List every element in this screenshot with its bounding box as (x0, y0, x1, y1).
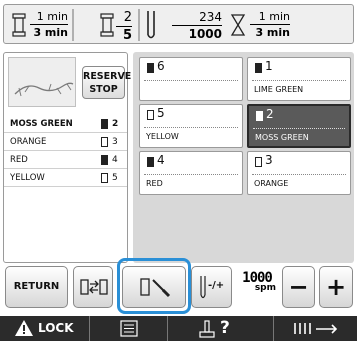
needle-cell-1[interactable]: 1 LIME GREEN (247, 57, 351, 101)
spool-icon (101, 119, 108, 129)
embroidery-screen: 1 min 3 min 2 5 234 1000 1 min 3 min RES… (0, 0, 357, 341)
needle-number: 6 (157, 59, 165, 73)
minus-label: − (288, 273, 309, 301)
hourglass-icon (230, 14, 246, 36)
speed-decrease-button[interactable]: − (282, 266, 315, 308)
reserve-stop-line1: RESERVE (83, 71, 132, 82)
divider (144, 80, 238, 81)
needle-number: 4 (157, 153, 165, 167)
remaining-time-total: 3 min (255, 26, 290, 39)
list-item[interactable]: MOSS GREEN 2 (4, 115, 127, 133)
stitch-count-total: 1000 (188, 27, 222, 41)
status-bar: 1 min 3 min 2 5 234 1000 1 min 3 min (3, 4, 354, 44)
needle-number: 2 (266, 107, 274, 121)
spool-icon (101, 155, 108, 165)
needle-cell-4[interactable]: 4 RED (139, 151, 243, 195)
color-name: MOSS GREEN (255, 133, 309, 142)
divider (138, 9, 140, 41)
reserve-stop-button[interactable]: RESERVE STOP (82, 66, 131, 99)
needle-adjust-button[interactable]: -/+ (191, 266, 232, 308)
frame-move-icon (294, 323, 338, 334)
needle-number: 1 (265, 59, 273, 73)
stitch-count: 234 1000 (172, 10, 222, 41)
spool-icon (100, 13, 114, 37)
color-name: ORANGE (254, 179, 289, 188)
total-time: 3 min (33, 26, 68, 39)
color-step-current: 2 (116, 10, 132, 27)
machine-help-icon (199, 320, 215, 338)
needle-bar-icon (200, 276, 206, 299)
needle-number: 4 (112, 155, 118, 165)
divider (253, 128, 345, 129)
stitch-time: 1 min 3 min (30, 10, 68, 39)
spool-icon (101, 137, 108, 147)
divider (144, 174, 238, 175)
needle-cell-2[interactable]: 2 MOSS GREEN (247, 104, 351, 148)
color-swap-icon (80, 279, 108, 295)
warning-lock-icon (15, 320, 33, 336)
spool-icon (147, 63, 154, 73)
frame-move-button[interactable] (274, 316, 357, 341)
spool-icon (147, 157, 154, 167)
speed-display: 1000 spm (236, 270, 278, 304)
plus-label: + (325, 273, 347, 301)
needle-number: 3 (265, 153, 273, 167)
spool-icon (12, 13, 26, 37)
color-name: RED (146, 179, 163, 188)
list-item[interactable]: ORANGE 3 (4, 133, 127, 151)
needle-icon (147, 11, 155, 39)
color-step-total: 5 (122, 28, 132, 43)
spool-icon (256, 111, 263, 121)
current-time: 1 min (30, 10, 68, 25)
needle-bar-grid: 6 1 LIME GREEN 5 YELLOW 2 MOSS GREEN 4 R… (133, 52, 354, 263)
needle-number: 2 (112, 119, 119, 129)
divider (252, 80, 346, 81)
lock-label: LOCK (38, 321, 74, 335)
help-button[interactable]: ? (168, 316, 274, 341)
color-name: MOSS GREEN (10, 119, 73, 129)
spool-icon (101, 173, 108, 183)
needle-cell-3[interactable]: 3 ORANGE (247, 151, 351, 195)
color-step: 2 5 (116, 10, 132, 43)
color-name: YELLOW (146, 132, 179, 141)
spool-icon (147, 110, 154, 120)
spool-icon (255, 157, 262, 167)
needle-number: 5 (112, 173, 118, 183)
color-name: LIME GREEN (254, 85, 304, 94)
return-label: RETURN (13, 281, 60, 292)
needle-cell-6[interactable]: 6 (139, 57, 243, 101)
needle-number: 5 (157, 106, 165, 120)
divider (72, 9, 74, 41)
selection-highlight (117, 258, 191, 314)
list-icon (120, 320, 138, 337)
list-item[interactable]: YELLOW 5 (4, 169, 127, 187)
list-item[interactable]: RED 4 (4, 151, 127, 169)
color-sequence-list: MOSS GREEN 2 ORANGE 3 RED 4 YELLOW 5 (4, 115, 127, 187)
pattern-preview (8, 57, 76, 107)
list-button[interactable] (90, 316, 168, 341)
remaining-time: 1 min 3 min (250, 10, 290, 39)
color-name: YELLOW (10, 173, 45, 183)
color-swap-button[interactable] (73, 266, 113, 308)
spool-icon (255, 63, 262, 73)
color-name: RED (10, 155, 28, 165)
lock-button[interactable]: LOCK (0, 316, 90, 341)
needle-cell-5[interactable]: 5 YELLOW (139, 104, 243, 148)
divider (252, 174, 346, 175)
thread-color-panel: RESERVE STOP MOSS GREEN 2 ORANGE 3 RED 4… (3, 52, 131, 263)
needle-adjust-label: -/+ (208, 280, 225, 291)
needle-number: 3 (112, 137, 118, 147)
remaining-time-current: 1 min (250, 10, 290, 25)
color-name: ORANGE (10, 137, 47, 147)
reserve-stop-line2: STOP (89, 84, 118, 95)
divider (144, 127, 238, 128)
return-button[interactable]: RETURN (5, 266, 68, 308)
stitch-count-current: 234 (172, 10, 222, 26)
pattern-preview-image (14, 82, 74, 97)
speed-increase-button[interactable]: + (319, 266, 353, 308)
help-label: ? (220, 318, 230, 338)
